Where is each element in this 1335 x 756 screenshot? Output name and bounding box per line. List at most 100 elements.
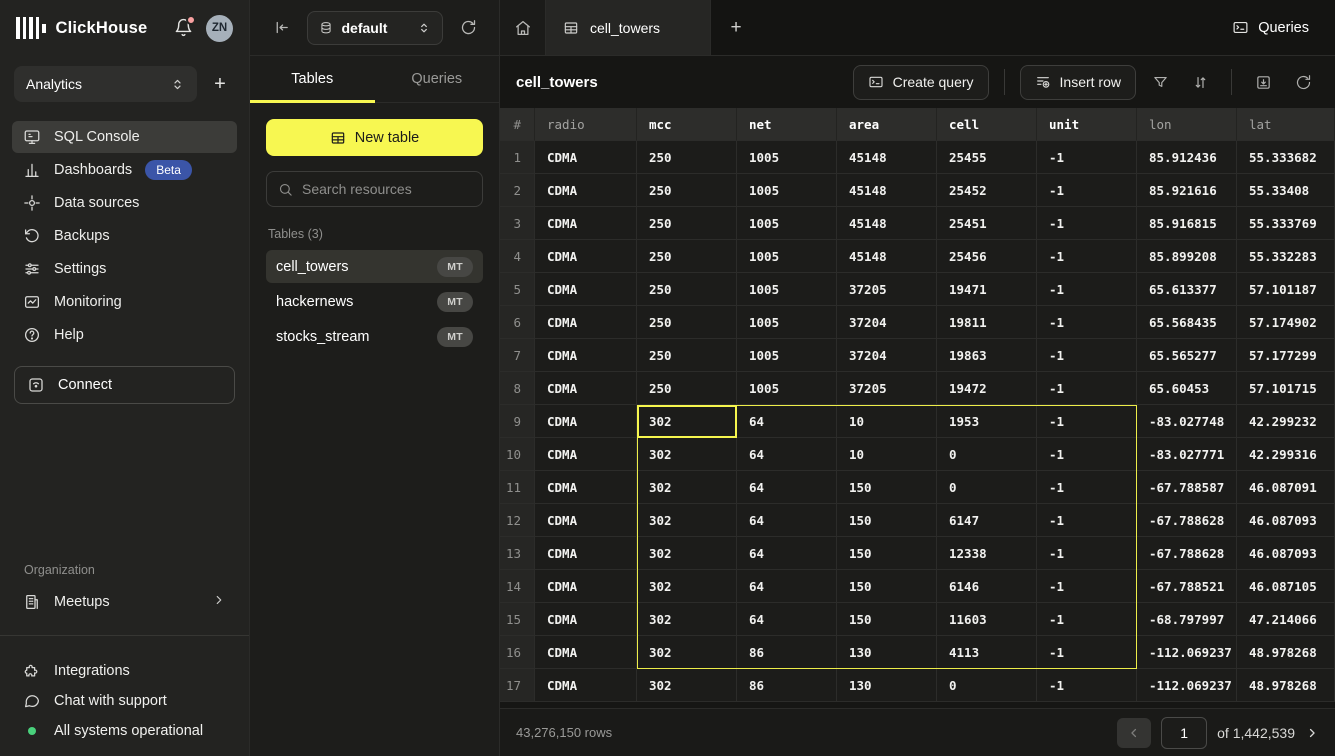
- data-cell[interactable]: 250: [637, 207, 737, 240]
- column-header-mcc[interactable]: mcc: [637, 108, 737, 141]
- column-header-cell[interactable]: cell: [937, 108, 1037, 141]
- data-cell[interactable]: 1953: [937, 405, 1037, 438]
- data-cell[interactable]: -1: [1037, 669, 1137, 702]
- data-cell[interactable]: CDMA: [535, 339, 637, 372]
- tab-tables[interactable]: Tables: [250, 56, 375, 102]
- data-cell[interactable]: 250: [637, 372, 737, 405]
- data-cell[interactable]: 250: [637, 174, 737, 207]
- search-input[interactable]: [302, 181, 471, 197]
- data-cell[interactable]: 46.087093: [1237, 537, 1335, 570]
- queries-button[interactable]: Queries: [1206, 0, 1335, 55]
- data-cell[interactable]: 57.177299: [1237, 339, 1335, 372]
- sort-icon[interactable]: [1184, 66, 1216, 98]
- row-number[interactable]: 9: [500, 405, 535, 438]
- data-cell[interactable]: 19471: [937, 273, 1037, 306]
- row-number[interactable]: 11: [500, 471, 535, 504]
- data-cell[interactable]: 85.899208: [1137, 240, 1237, 273]
- data-cell[interactable]: -1: [1037, 603, 1137, 636]
- tab-queries[interactable]: Queries: [375, 56, 500, 102]
- data-cell[interactable]: 0: [937, 471, 1037, 504]
- data-cell[interactable]: 1005: [737, 240, 837, 273]
- data-cell[interactable]: 1005: [737, 207, 837, 240]
- data-cell[interactable]: 4113: [937, 636, 1037, 669]
- data-cell[interactable]: CDMA: [535, 405, 637, 438]
- data-cell[interactable]: -1: [1037, 207, 1137, 240]
- data-cell[interactable]: 55.333769: [1237, 207, 1335, 240]
- footer-item-all-systems-operational[interactable]: All systems operational: [12, 716, 237, 746]
- row-number[interactable]: 4: [500, 240, 535, 273]
- data-cell[interactable]: 6147: [937, 504, 1037, 537]
- footer-item-integrations[interactable]: Integrations: [12, 656, 237, 686]
- page-number-input[interactable]: [1161, 717, 1207, 749]
- data-cell[interactable]: 85.916815: [1137, 207, 1237, 240]
- data-cell[interactable]: 302: [637, 636, 737, 669]
- footer-item-chat-with-support[interactable]: Chat with support: [12, 686, 237, 716]
- data-cell[interactable]: CDMA: [535, 174, 637, 207]
- data-cell[interactable]: 1005: [737, 273, 837, 306]
- data-cell[interactable]: 47.214066: [1237, 603, 1335, 636]
- data-cell[interactable]: 65.565277: [1137, 339, 1237, 372]
- data-cell[interactable]: 64: [737, 570, 837, 603]
- data-cell[interactable]: 1005: [737, 174, 837, 207]
- table-list-item-stocks-stream[interactable]: stocks_streamMT: [266, 320, 483, 353]
- row-number[interactable]: 5: [500, 273, 535, 306]
- data-cell[interactable]: 19863: [937, 339, 1037, 372]
- row-number[interactable]: 6: [500, 306, 535, 339]
- data-cell[interactable]: CDMA: [535, 636, 637, 669]
- data-cell[interactable]: CDMA: [535, 141, 637, 174]
- data-cell[interactable]: 302: [637, 669, 737, 702]
- data-cell[interactable]: 150: [837, 603, 937, 636]
- data-cell[interactable]: 46.087091: [1237, 471, 1335, 504]
- data-cell[interactable]: 85.921616: [1137, 174, 1237, 207]
- data-cell[interactable]: -1: [1037, 471, 1137, 504]
- sidebar-item-meetups[interactable]: Meetups: [12, 586, 237, 618]
- data-cell[interactable]: 302: [637, 504, 737, 537]
- database-select[interactable]: default: [307, 11, 443, 45]
- data-cell[interactable]: 64: [737, 471, 837, 504]
- row-number[interactable]: 7: [500, 339, 535, 372]
- notifications-bell-icon[interactable]: [174, 18, 194, 38]
- data-cell[interactable]: 302: [637, 438, 737, 471]
- data-cell[interactable]: CDMA: [535, 471, 637, 504]
- column-header-net[interactable]: net: [737, 108, 837, 141]
- data-cell[interactable]: 45148: [837, 141, 937, 174]
- data-cell[interactable]: 57.174902: [1237, 306, 1335, 339]
- avatar[interactable]: ZN: [206, 15, 233, 42]
- collapse-panel-icon[interactable]: [268, 15, 294, 41]
- row-number[interactable]: 12: [500, 504, 535, 537]
- data-cell[interactable]: -67.788628: [1137, 537, 1237, 570]
- data-cell[interactable]: 65.613377: [1137, 273, 1237, 306]
- data-cell[interactable]: -1: [1037, 372, 1137, 405]
- filter-icon[interactable]: [1144, 66, 1176, 98]
- data-cell[interactable]: 10: [837, 438, 937, 471]
- data-cell[interactable]: 25452: [937, 174, 1037, 207]
- data-cell[interactable]: -1: [1037, 174, 1137, 207]
- sidebar-item-dashboards[interactable]: DashboardsBeta: [12, 154, 237, 186]
- workspace-select[interactable]: Analytics: [14, 66, 197, 102]
- data-cell[interactable]: 150: [837, 504, 937, 537]
- data-cell[interactable]: 48.978268: [1237, 669, 1335, 702]
- column-header-radio[interactable]: radio: [535, 108, 637, 141]
- data-cell[interactable]: 25451: [937, 207, 1037, 240]
- sidebar-item-settings[interactable]: Settings: [12, 253, 237, 285]
- row-number[interactable]: 2: [500, 174, 535, 207]
- data-cell[interactable]: 46.087105: [1237, 570, 1335, 603]
- data-cell[interactable]: -1: [1037, 570, 1137, 603]
- data-cell[interactable]: CDMA: [535, 372, 637, 405]
- data-cell[interactable]: 65.60453: [1137, 372, 1237, 405]
- data-cell[interactable]: -83.027748: [1137, 405, 1237, 438]
- data-cell[interactable]: 37205: [837, 372, 937, 405]
- row-number[interactable]: 16: [500, 636, 535, 669]
- data-cell[interactable]: CDMA: [535, 669, 637, 702]
- data-cell[interactable]: -112.069237: [1137, 636, 1237, 669]
- data-cell[interactable]: -1: [1037, 636, 1137, 669]
- data-cell[interactable]: -68.797997: [1137, 603, 1237, 636]
- data-cell[interactable]: -1: [1037, 405, 1137, 438]
- create-query-button[interactable]: Create query: [853, 65, 989, 100]
- connect-button[interactable]: Connect: [14, 366, 235, 404]
- data-cell[interactable]: 6146: [937, 570, 1037, 603]
- data-cell[interactable]: 1005: [737, 372, 837, 405]
- download-icon[interactable]: [1247, 66, 1279, 98]
- data-cell[interactable]: 130: [837, 669, 937, 702]
- data-cell[interactable]: 19811: [937, 306, 1037, 339]
